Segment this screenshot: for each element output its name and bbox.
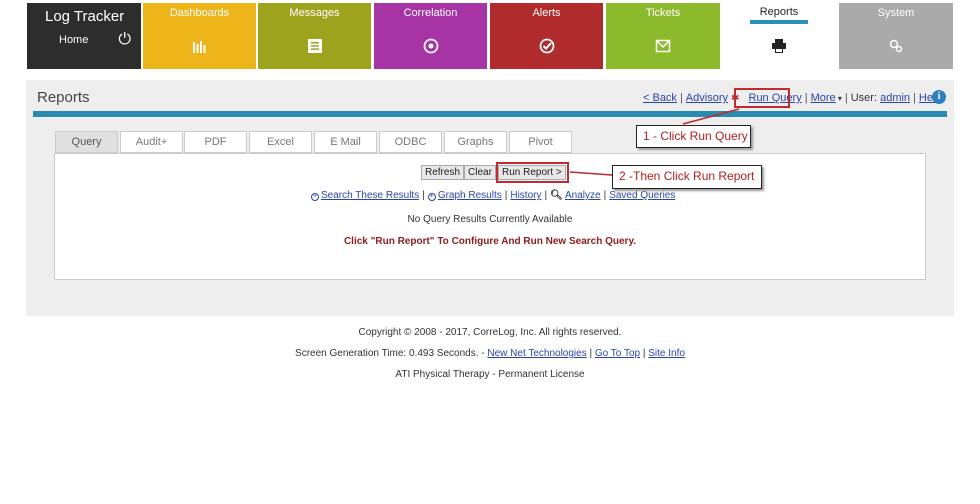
no-results-message: No Query Results Currently Available <box>407 214 573 225</box>
envelope-icon <box>606 38 720 59</box>
gears-icon <box>839 38 953 59</box>
tab-odbc[interactable]: ODBC <box>379 131 442 153</box>
nav-tile-reports[interactable]: Reports <box>722 3 836 69</box>
caret-down-icon[interactable]: ▾ <box>836 94 842 103</box>
nav-tile-messages[interactable]: Messages <box>258 3 371 69</box>
nav-tile-label: System <box>877 7 915 19</box>
nav-tile-label: Dashboards <box>169 7 230 19</box>
active-tab-underline <box>750 20 808 24</box>
power-icon[interactable]: ⏻ <box>118 31 131 49</box>
user-link[interactable]: admin <box>880 92 910 104</box>
annotation-step-2: 2 -Then Click Run Report <box>612 165 762 189</box>
nav-tile-tickets[interactable]: Tickets <box>606 3 720 69</box>
top-navigation: < Back | Advisory ✱ Run Query | More ▾ | User:… <box>643 92 942 104</box>
nav-tile-correlation[interactable]: Correlation <box>374 3 487 69</box>
tab-graphs[interactable]: Graphs <box>444 131 507 153</box>
page-title: Reports <box>37 89 90 106</box>
accent-bar <box>33 111 947 117</box>
site-info-link[interactable]: Site Info <box>648 348 685 359</box>
history-link[interactable]: History <box>510 190 541 201</box>
annotation-step-1-text: 1 - Click Run Query <box>643 129 748 143</box>
tab-pivot[interactable]: Pivot <box>509 131 572 153</box>
nav-tile-label: Alerts <box>532 7 561 19</box>
more-link[interactable]: More <box>811 92 836 104</box>
nav-tile-label: Correlation <box>403 7 458 19</box>
back-link[interactable]: < Back <box>643 92 677 104</box>
nav-tile-alerts[interactable]: Alerts <box>490 3 603 69</box>
message-list-icon <box>258 38 371 59</box>
tab-excel[interactable]: Excel <box>249 131 312 153</box>
tab-pdf[interactable]: PDF <box>184 131 247 153</box>
run-report-highlight <box>496 162 569 183</box>
result-actions: + Search These Results | + Graph Results | His… <box>311 190 676 201</box>
info-icon[interactable]: i <box>932 90 946 104</box>
footer-license: ATI Physical Therapy - Permanent License <box>0 369 980 380</box>
footer-copyright: Copyright © 2008 - 2017, CorreLog, Inc. … <box>0 327 980 338</box>
printer-icon <box>722 38 836 59</box>
copyright-text: Copyright © 2008 - 2017, CorreLog, Inc. … <box>358 327 622 338</box>
tab-audit[interactable]: Audit+ <box>120 131 183 153</box>
home-tile[interactable]: Log Tracker Home ⏻ <box>27 3 141 69</box>
nav-tile-label: Messages <box>289 7 340 19</box>
footer-links: Screen Generation Time: 0.493 Seconds. -… <box>295 348 685 359</box>
correlation-icon <box>374 38 487 59</box>
license-text: ATI Physical Therapy - Permanent License <box>395 369 585 380</box>
user-label: User: <box>850 92 878 104</box>
go-top-link[interactable]: Go To Top <box>595 348 640 359</box>
tab-query[interactable]: Query <box>55 131 118 153</box>
generation-time: Screen Generation Time: 0.493 Seconds. - <box>295 348 485 359</box>
advisory-link[interactable]: Advisory <box>686 92 728 104</box>
home-label: Home <box>59 34 89 46</box>
run-query-highlight <box>734 88 790 108</box>
annotation-step-2-text: 2 -Then Click Run Report <box>619 169 755 183</box>
analyze-link[interactable]: Analyze <box>565 190 601 201</box>
refresh-button[interactable]: Refresh <box>421 165 465 180</box>
saved-queries-link[interactable]: Saved Queries <box>609 190 675 201</box>
annotation-step-1: 1 - Click Run Query <box>636 125 751 148</box>
plus-circle-icon: + <box>311 193 319 201</box>
search-results-link[interactable]: Search These Results <box>321 190 419 201</box>
clear-button[interactable]: Clear <box>464 165 496 180</box>
graph-results-link[interactable]: Graph Results <box>438 190 502 201</box>
check-circle-icon <box>490 38 603 59</box>
app-brand: Log Tracker <box>45 8 125 25</box>
nnt-link[interactable]: New Net Technologies <box>487 348 586 359</box>
tab-email[interactable]: E Mail <box>314 131 377 153</box>
bar-chart-icon <box>143 38 256 59</box>
search-icon: 🔍︎ <box>550 190 563 201</box>
nav-tile-label: Reports <box>759 6 799 18</box>
nav-tile-dashboards[interactable]: Dashboards <box>143 3 256 69</box>
plus-circle-icon: + <box>427 193 436 201</box>
nav-tile-label: Tickets <box>645 7 681 19</box>
run-report-hint: Click "Run Report" To Configure And Run … <box>343 236 637 247</box>
nav-tile-system[interactable]: System <box>839 3 953 69</box>
